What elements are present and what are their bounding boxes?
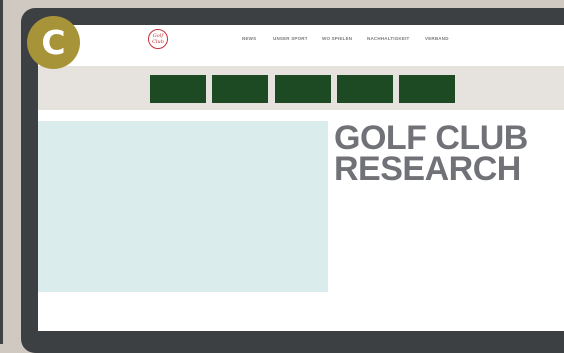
category-tile[interactable]: [275, 75, 331, 103]
c-badge-icon: C: [27, 16, 80, 69]
headline-line-2: RESEARCH: [334, 150, 521, 188]
badge-letter: C: [41, 23, 66, 62]
hero-image-placeholder: [38, 121, 328, 292]
category-tile[interactable]: [212, 75, 268, 103]
site-logo[interactable]: Golf Club: [148, 29, 168, 49]
tile-band: [38, 66, 564, 110]
category-tile[interactable]: [150, 75, 206, 103]
background-strip: [0, 0, 3, 344]
nav-item-news[interactable]: NEWS: [242, 36, 256, 41]
hero-headline: GOLF CLUB RESEARCH: [334, 121, 562, 188]
website-screen: Golf Club NEWS UNSER SPORT WO SPIELEN NA…: [38, 25, 564, 331]
category-tile[interactable]: [337, 75, 393, 103]
nav-item-wo-spielen[interactable]: WO SPIELEN: [322, 36, 352, 41]
nav-item-nachhaltigkeit[interactable]: NACHHALTIGKEIT: [367, 36, 409, 41]
nav-item-unser-sport[interactable]: UNSER SPORT: [273, 36, 308, 41]
logo-text-bottom: Club: [152, 39, 164, 45]
category-tile[interactable]: [399, 75, 455, 103]
nav-item-verband[interactable]: VERBAND: [425, 36, 449, 41]
site-header: Golf Club NEWS UNSER SPORT WO SPIELEN NA…: [38, 25, 564, 66]
